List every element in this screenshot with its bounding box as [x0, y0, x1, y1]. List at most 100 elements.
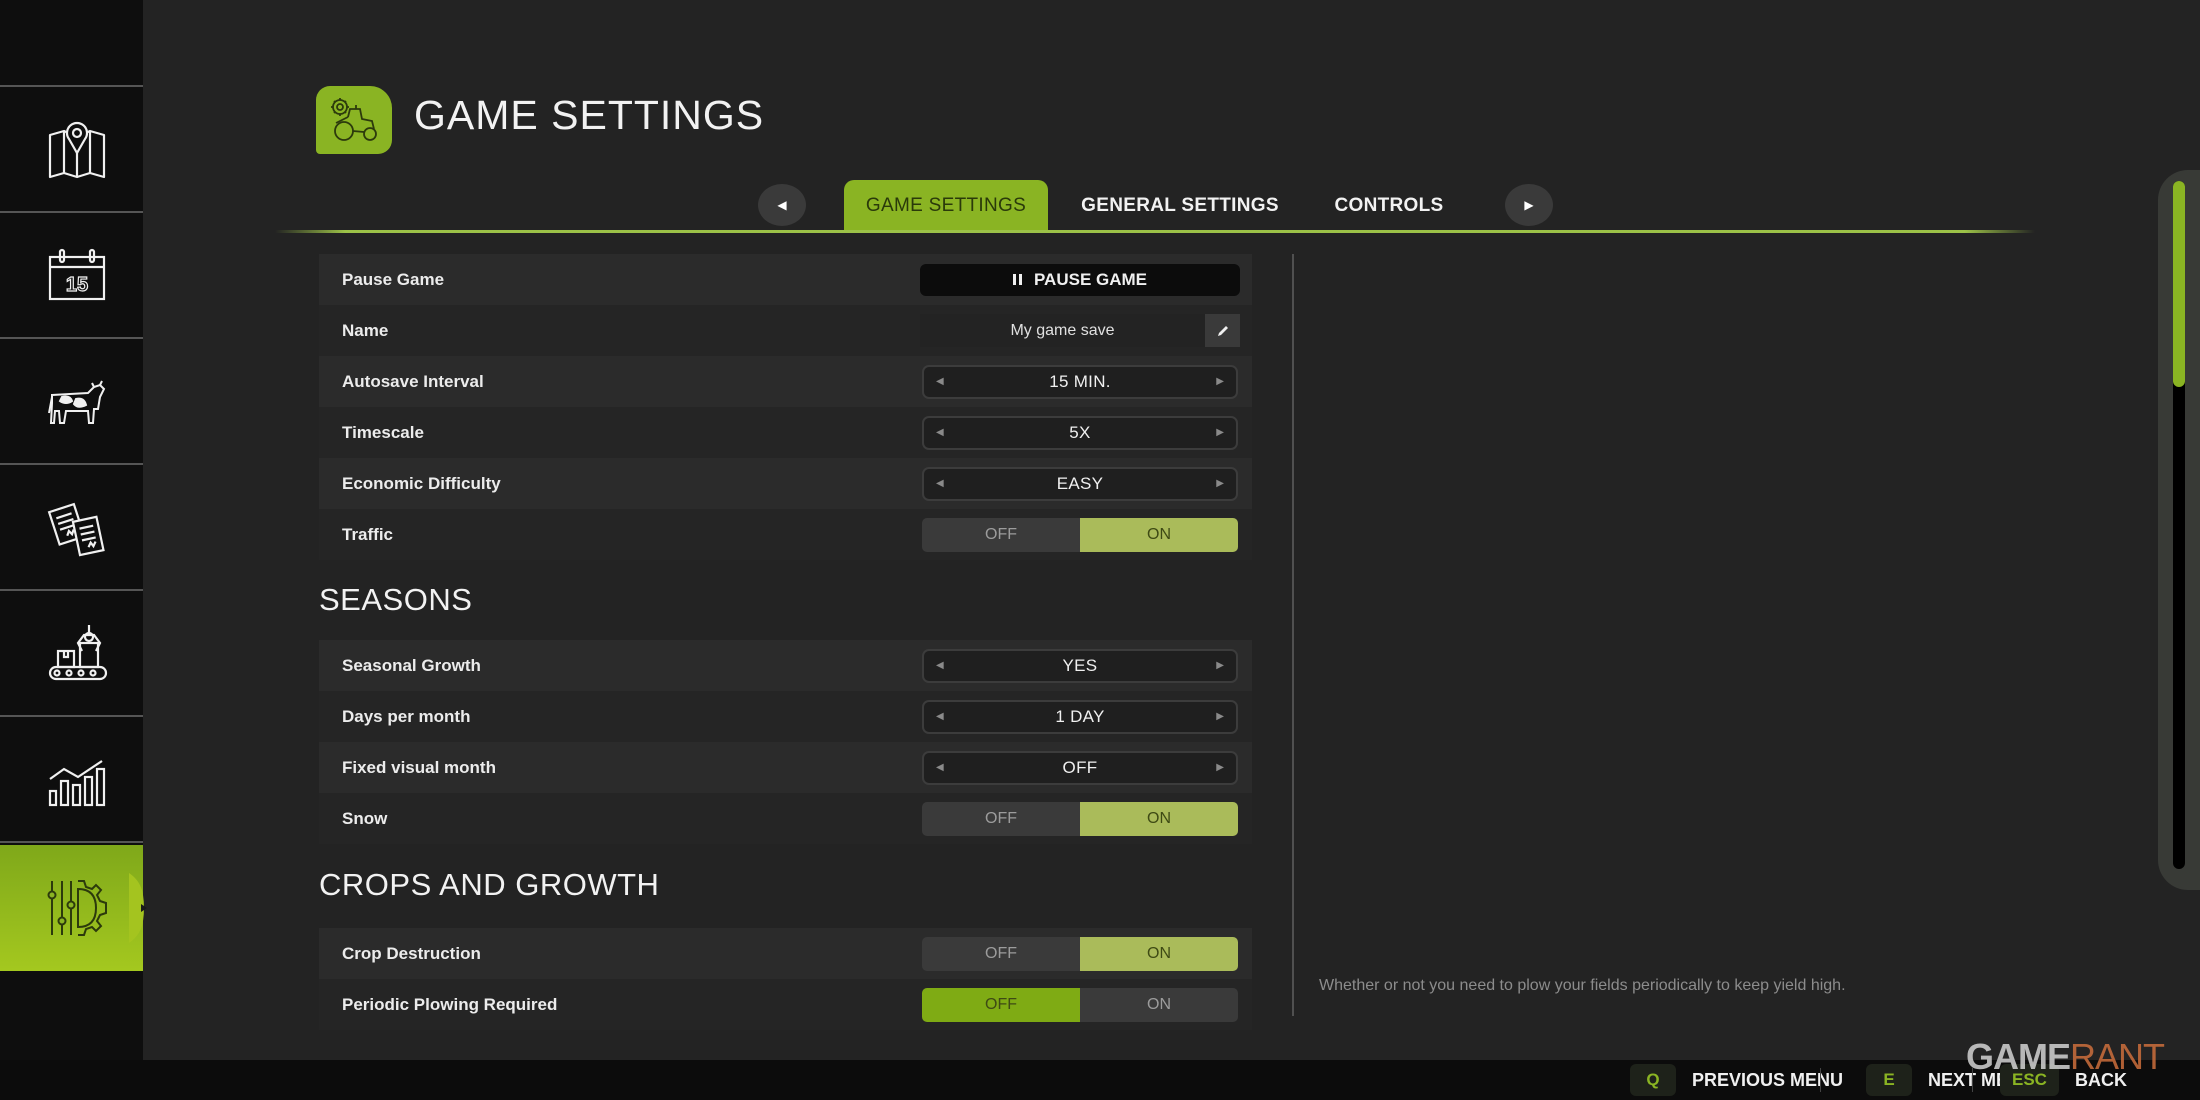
- setting-row-pause-game: Pause Game PAUSE GAME: [319, 254, 1252, 305]
- caret-right-icon[interactable]: ▶: [1216, 711, 1224, 722]
- production-icon: [48, 625, 107, 681]
- sidebar-item-map[interactable]: [0, 89, 143, 213]
- panel-divider: [1292, 254, 1294, 1016]
- caret-left-icon[interactable]: ◀: [936, 711, 944, 722]
- economic-difficulty-selector[interactable]: ◀ EASY ▶: [922, 466, 1238, 501]
- caret-left-icon[interactable]: ◀: [936, 427, 944, 438]
- toggle-off-option[interactable]: OFF: [922, 517, 1080, 552]
- setting-row-timescale: Timescale ◀ 5X ▶: [319, 407, 1252, 458]
- caret-right-icon[interactable]: ▶: [1216, 376, 1224, 387]
- settings-list: Pause Game PAUSE GAME Name My game save …: [319, 254, 1252, 1030]
- scrollbar-thumb[interactable]: [2173, 181, 2185, 388]
- toggle-off-option[interactable]: OFF: [922, 801, 1080, 836]
- previous-menu-hint[interactable]: Q PREVIOUS MENU: [1630, 1062, 1843, 1098]
- toggle-off-option[interactable]: OFF: [922, 987, 1080, 1022]
- setting-row-autosave-interval: Autosave Interval ◀ 15 MIN. ▶: [319, 356, 1252, 407]
- setting-label: Name: [342, 320, 389, 340]
- pause-icon: [1012, 274, 1022, 285]
- setting-row-seasonal-growth: Seasonal Growth ◀ YES ▶: [319, 640, 1252, 691]
- tractor-gear-icon: [316, 86, 392, 154]
- fixed-visual-month-selector[interactable]: ◀ OFF ▶: [922, 750, 1238, 785]
- section-title-seasons: SEASONS: [319, 582, 473, 617]
- setting-row-fixed-visual-month: Fixed visual month ◀ OFF ▶: [319, 742, 1252, 793]
- save-name-field[interactable]: My game save: [920, 314, 1240, 347]
- tab-game-settings[interactable]: GAME SETTINGS: [844, 180, 1048, 232]
- sidebar-item-contracts[interactable]: [0, 467, 143, 591]
- pencil-icon: [1217, 325, 1228, 336]
- tab-next-button[interactable]: ▶: [1505, 184, 1553, 226]
- sidebar-item-settings[interactable]: [0, 845, 147, 971]
- key-q-badge: Q: [1630, 1064, 1676, 1096]
- sidebar-top-spacer: [0, 0, 143, 87]
- key-e-badge: E: [1866, 1064, 1912, 1096]
- calendar-icon: 15: [48, 248, 105, 301]
- days-per-month-selector[interactable]: ◀ 1 DAY ▶: [922, 699, 1238, 734]
- caret-left-icon: ◀: [777, 198, 787, 212]
- tab-controls[interactable]: CONTROLS: [1316, 180, 1462, 232]
- sidebar-item-statistics[interactable]: [0, 719, 143, 843]
- toggle-on-option[interactable]: ON: [1080, 987, 1238, 1022]
- periodic-plowing-toggle[interactable]: OFF ON: [922, 987, 1238, 1022]
- setting-label: Periodic Plowing Required: [342, 994, 558, 1014]
- setting-label: Traffic: [342, 524, 394, 544]
- caret-left-icon[interactable]: ◀: [936, 376, 944, 387]
- timescale-selector[interactable]: ◀ 5X ▶: [922, 415, 1238, 450]
- gamerant-watermark: GAMERANT: [1966, 1036, 2165, 1077]
- sidebar-item-animals[interactable]: [0, 341, 143, 465]
- caret-right-icon: ▶: [1524, 198, 1534, 212]
- sidebar-item-production[interactable]: [0, 593, 143, 717]
- scrollbar-track[interactable]: [2173, 181, 2185, 869]
- selector-value: 1 DAY: [1055, 706, 1105, 726]
- setting-row-periodic-plowing-required: Periodic Plowing Required OFF ON: [319, 979, 1252, 1030]
- setting-label: Snow: [342, 808, 388, 828]
- map-icon: [48, 121, 105, 179]
- edit-name-button[interactable]: [1205, 314, 1240, 347]
- toggle-on-option[interactable]: ON: [1080, 517, 1238, 552]
- setting-row-days-per-month: Days per month ◀ 1 DAY ▶: [319, 691, 1252, 742]
- save-name-value: My game save: [1010, 321, 1115, 339]
- autosave-interval-selector[interactable]: ◀ 15 MIN. ▶: [922, 364, 1238, 399]
- selector-value: 15 MIN.: [1049, 371, 1111, 391]
- pause-game-button[interactable]: PAUSE GAME: [920, 263, 1240, 296]
- caret-right-icon[interactable]: ▶: [1216, 427, 1224, 438]
- setting-label: Timescale: [342, 422, 424, 442]
- caret-left-icon[interactable]: ◀: [936, 762, 944, 773]
- setting-row-snow: Snow OFF ON: [319, 793, 1252, 844]
- cow-icon: [47, 380, 105, 424]
- contracts-icon: [47, 502, 105, 557]
- page-title: GAME SETTINGS: [414, 92, 765, 138]
- caret-left-icon[interactable]: ◀: [936, 478, 944, 489]
- seasonal-growth-selector[interactable]: ◀ YES ▶: [922, 648, 1238, 683]
- setting-row-crop-destruction: Crop Destruction OFF ON: [319, 928, 1252, 979]
- toggle-on-option[interactable]: ON: [1080, 801, 1238, 836]
- setting-label: Fixed visual month: [342, 757, 496, 777]
- section-title-crops-and-growth: CROPS AND GROWTH: [319, 867, 660, 902]
- setting-row-traffic: Traffic OFF ON: [319, 509, 1252, 560]
- setting-label: Economic Difficulty: [342, 473, 501, 493]
- setting-label: Crop Destruction: [342, 943, 481, 963]
- traffic-toggle[interactable]: OFF ON: [922, 517, 1238, 552]
- tab-prev-button[interactable]: ◀: [758, 184, 806, 226]
- caret-right-icon[interactable]: ▶: [1216, 762, 1224, 773]
- crop-destruction-toggle[interactable]: OFF ON: [922, 936, 1238, 971]
- selector-value: OFF: [1062, 757, 1098, 777]
- caret-left-icon[interactable]: ◀: [936, 660, 944, 671]
- setting-label: Autosave Interval: [342, 371, 484, 391]
- caret-right-icon[interactable]: ▶: [1216, 478, 1224, 489]
- sidebar-item-calendar[interactable]: 15: [0, 215, 143, 339]
- toggle-off-option[interactable]: OFF: [922, 936, 1080, 971]
- setting-row-economic-difficulty: Economic Difficulty ◀ EASY ▶: [319, 458, 1252, 509]
- caret-right-icon[interactable]: ▶: [1216, 660, 1224, 671]
- statistics-icon: [48, 760, 105, 807]
- setting-label: Seasonal Growth: [342, 655, 481, 675]
- footer-separator: [1820, 1068, 1821, 1092]
- tab-general-settings[interactable]: GENERAL SETTINGS: [1070, 180, 1290, 232]
- settings-icon: [47, 880, 107, 936]
- snow-toggle[interactable]: OFF ON: [922, 801, 1238, 836]
- toggle-on-option[interactable]: ON: [1080, 936, 1238, 971]
- setting-description: Whether or not you need to plow your fie…: [1319, 977, 1846, 994]
- svg-text:15: 15: [65, 274, 87, 296]
- tab-underline: [275, 230, 2035, 233]
- setting-row-name: Name My game save: [319, 305, 1252, 356]
- setting-label: Days per month: [342, 706, 471, 726]
